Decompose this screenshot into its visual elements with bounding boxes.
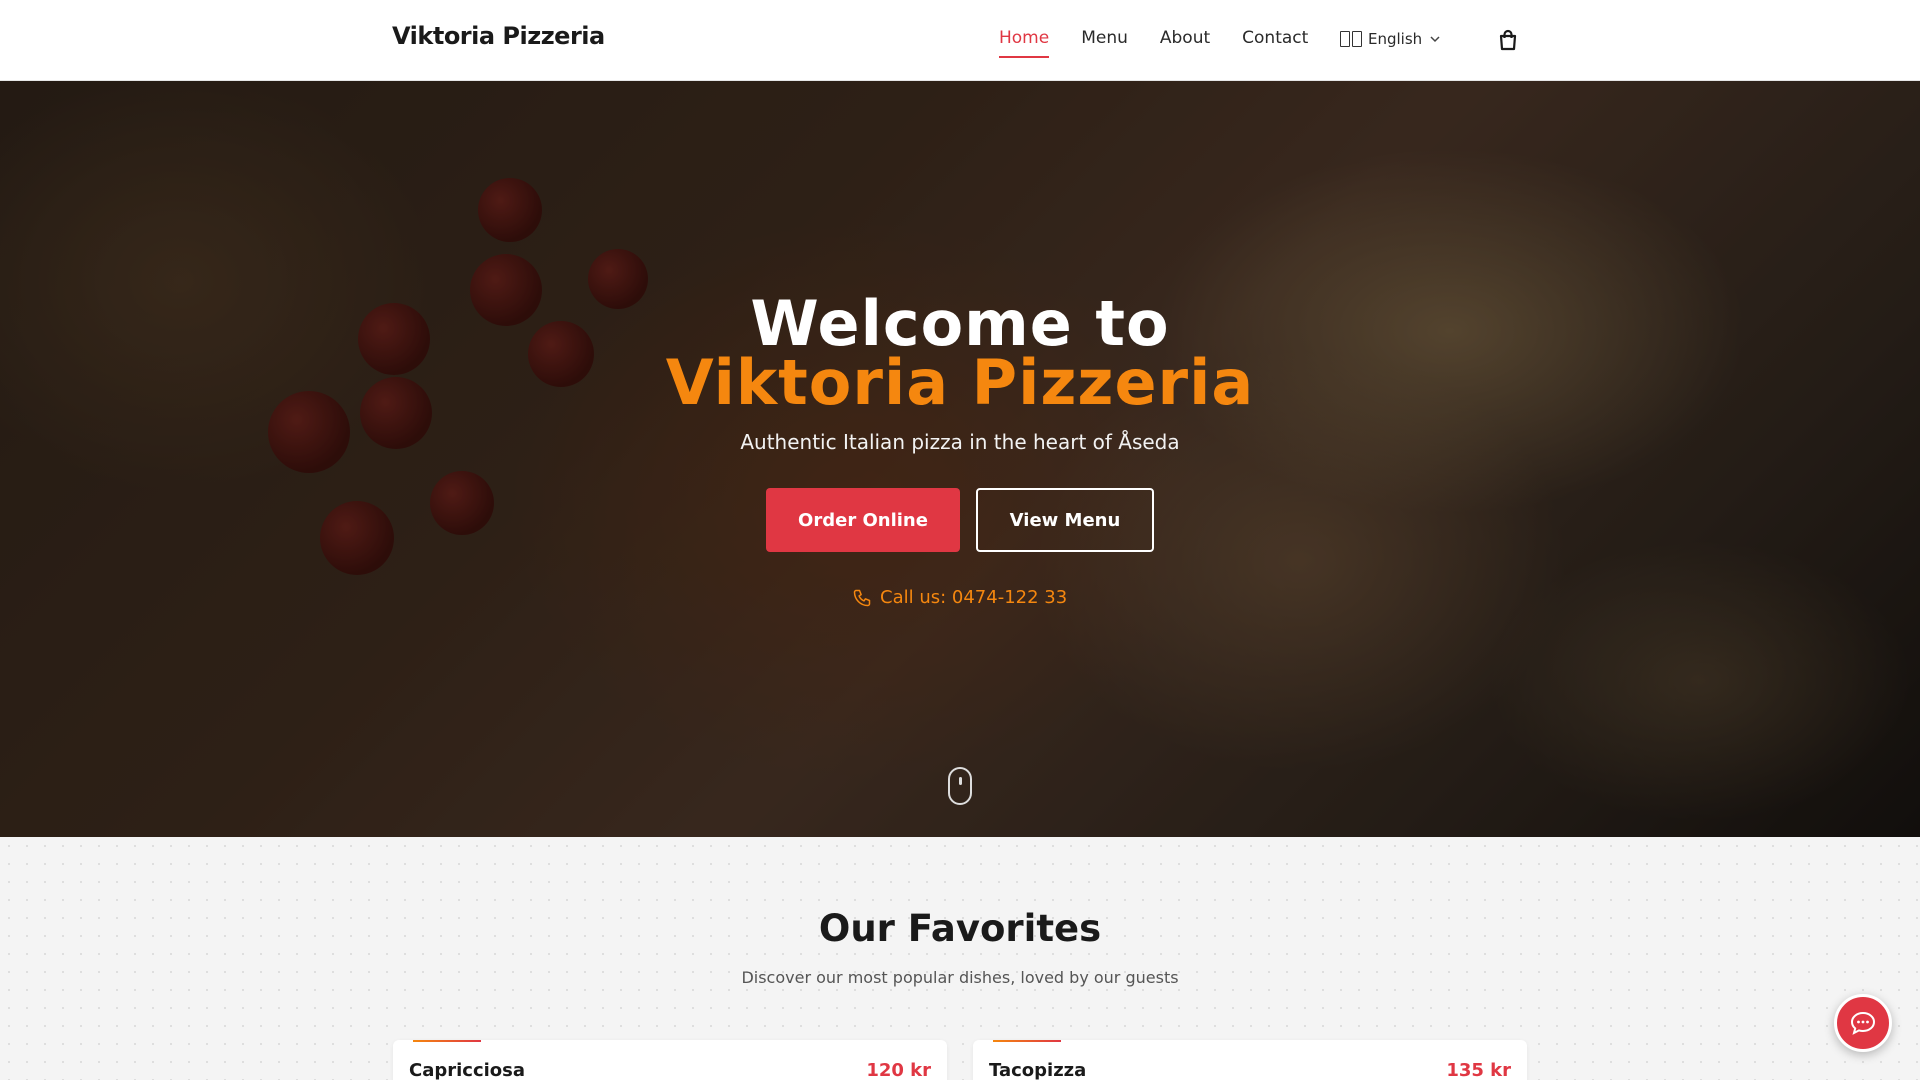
language-label: English (1368, 30, 1423, 48)
dish-name: Tacopizza (989, 1060, 1087, 1080)
hero-overlay (0, 81, 1920, 837)
call-link[interactable]: Call us: 0474-122 33 (852, 587, 1067, 608)
hero-subtitle: Authentic Italian pizza in the heart of … (740, 430, 1180, 454)
shopping-bag-icon[interactable] (1497, 28, 1519, 56)
dish-price: 135 kr (1446, 1060, 1511, 1080)
chat-bubble-icon (1850, 1011, 1876, 1035)
brand-logo[interactable]: Viktoria Pizzeria (392, 22, 605, 50)
language-selector[interactable]: English (1340, 30, 1442, 48)
nav-link-contact[interactable]: Contact (1242, 28, 1308, 58)
call-text: Call us: 0474-122 33 (880, 587, 1068, 608)
chevron-down-icon (1430, 36, 1440, 43)
nav-link-about[interactable]: About (1160, 28, 1210, 58)
order-online-button[interactable]: Order Online (766, 488, 960, 552)
menu-card[interactable]: Tacopizza 135 kr (973, 1040, 1527, 1080)
nav-links: Home Menu About Contact (999, 28, 1308, 58)
menu-card[interactable]: Capricciosa 120 kr (393, 1040, 947, 1080)
nav-link-menu[interactable]: Menu (1081, 28, 1128, 58)
phone-icon (853, 589, 871, 606)
scroll-mouse-icon[interactable] (948, 767, 972, 805)
section-subtitle: Discover our most popular dishes, loved … (741, 968, 1179, 987)
section-title: Our Favorites (818, 907, 1102, 950)
favorites-section: Our Favorites Discover our most popular … (0, 837, 1920, 1080)
dish-name: Capricciosa (409, 1060, 526, 1080)
hero-title-highlight: Viktoria Pizzeria (665, 346, 1255, 419)
navbar: Viktoria Pizzeria Home Menu About Contac… (0, 0, 1920, 81)
dish-price: 120 kr (866, 1060, 931, 1080)
hero-section: Welcome to Viktoria Pizzeria Authentic I… (0, 81, 1920, 837)
chat-button[interactable] (1834, 994, 1892, 1052)
flag-icon (1340, 31, 1362, 47)
view-menu-button[interactable]: View Menu (976, 488, 1154, 552)
nav-link-home[interactable]: Home (999, 28, 1050, 58)
